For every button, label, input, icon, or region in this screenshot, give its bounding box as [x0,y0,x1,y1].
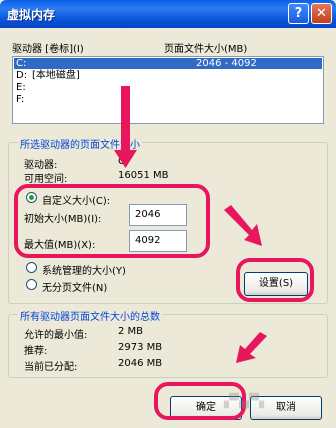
arrow-icon [236,332,267,363]
arrow-icon [114,86,137,168]
annotation-arrows [114,86,267,363]
arrow-icon [224,205,262,246]
watermark-logo: ▞▚▞▚ [224,394,264,409]
virtual-memory-dialog: 虚拟内存 ? ✕ 驱动器 [卷标](I) 页面文件大小(MB) C: 2046 … [0,0,336,428]
